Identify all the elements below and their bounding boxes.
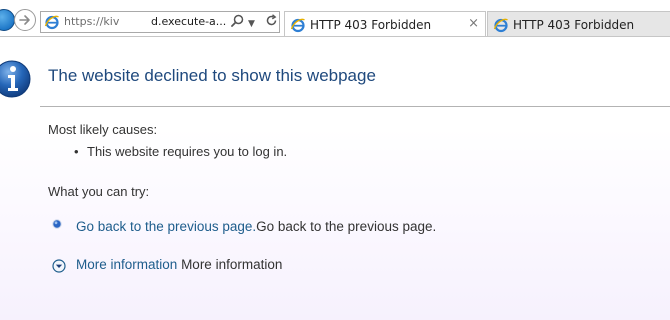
- search-icon[interactable]: [231, 14, 244, 30]
- try-heading: What you can try:: [48, 184, 150, 199]
- more-info-link[interactable]: More information: [76, 257, 177, 272]
- internet-explorer-icon: [44, 15, 59, 30]
- more-info-row: More information More information: [52, 257, 283, 273]
- go-back-link[interactable]: Go back to the previous page.: [76, 219, 256, 234]
- tab-inactive[interactable]: HTTP 403 Forbidden: [487, 11, 670, 36]
- list-item: • This website requires you to log in.: [74, 144, 287, 159]
- more-info-text: More information: [181, 257, 283, 272]
- tab-label: HTTP 403 Forbidden: [310, 18, 432, 32]
- info-icon: [0, 60, 31, 98]
- title-divider: [40, 106, 670, 107]
- tab-label: HTTP 403 Forbidden: [513, 18, 635, 32]
- refresh-icon[interactable]: [265, 14, 278, 31]
- go-back-text: Go back to the previous page.: [256, 219, 437, 234]
- blue-bullet-icon: [52, 219, 62, 229]
- tab-active[interactable]: HTTP 403 Forbidden ×: [284, 11, 486, 36]
- cause-text: This website requires you to log in.: [87, 144, 288, 159]
- internet-explorer-icon: [290, 18, 305, 33]
- bullet-icon: •: [74, 144, 79, 159]
- address-bar[interactable]: https://kiv d.execute-a... ▼: [40, 11, 280, 33]
- forward-button[interactable]: [14, 9, 36, 31]
- close-icon[interactable]: ×: [468, 16, 479, 31]
- causes-heading: Most likely causes:: [48, 122, 158, 137]
- browser-chrome: https://kiv d.execute-a... ▼ HTTP 403 Fo…: [0, 0, 670, 42]
- go-back-row: Go back to the previous page.Go back to …: [52, 219, 436, 234]
- address-url-host: d.execute-a...: [151, 15, 227, 28]
- address-url-prefix: https://kiv: [64, 15, 120, 28]
- back-button[interactable]: [0, 9, 15, 31]
- chrome-divider: [0, 36, 670, 37]
- address-dropdown-icon[interactable]: ▼: [248, 17, 255, 31]
- page-title: The website declined to show this webpag…: [48, 66, 376, 85]
- internet-explorer-icon: [493, 18, 508, 33]
- forward-arrow-icon: [19, 15, 30, 25]
- chevron-down-circle-icon[interactable]: [52, 259, 66, 273]
